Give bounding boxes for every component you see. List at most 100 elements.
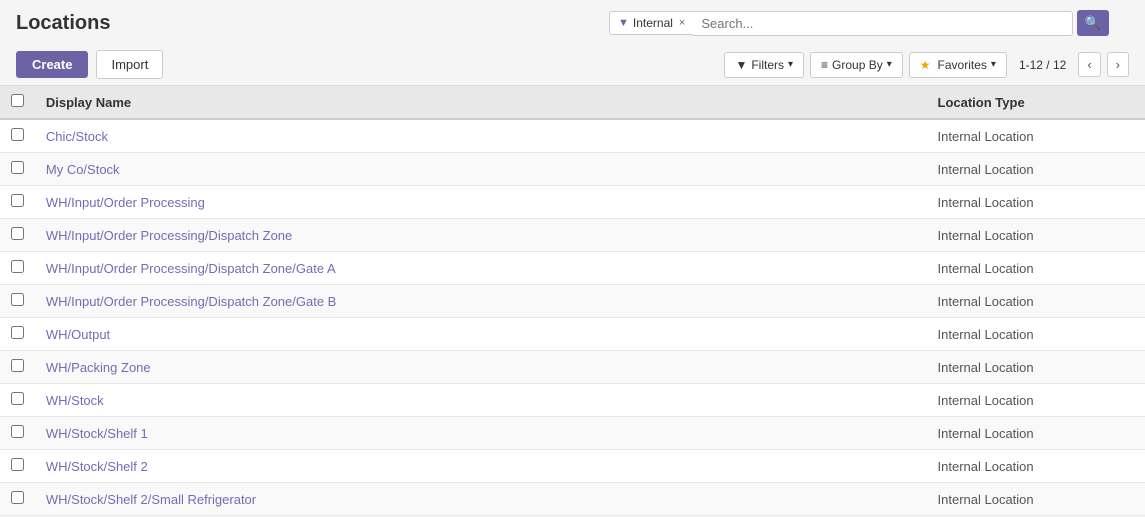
row-checkbox[interactable] [11,458,24,471]
row-location-type: Internal Location [928,417,1145,450]
filters-button[interactable]: ▼ Filters [724,52,804,78]
location-link[interactable]: WH/Input/Order Processing/Dispatch Zone/… [46,261,336,276]
pagination-info: 1-12 / 12 [1019,58,1066,72]
search-button[interactable]: 🔍 [1077,10,1109,36]
toolbar-right: ▼ Filters ≡ Group By Favorites 1-12 / 12… [724,52,1129,78]
row-checkbox-cell [0,252,36,285]
row-display-name[interactable]: WH/Input/Order Processing/Dispatch Zone [36,219,928,252]
row-checkbox-cell [0,351,36,384]
location-link[interactable]: WH/Input/Order Processing/Dispatch Zone/… [46,294,336,309]
location-link[interactable]: Chic/Stock [46,129,108,144]
row-checkbox[interactable] [11,491,24,504]
row-display-name[interactable]: WH/Stock/Shelf 1 [36,417,928,450]
groupby-icon: ≡ [821,58,828,72]
create-button[interactable]: Create [16,51,88,78]
row-checkbox-cell [0,417,36,450]
star-icon [920,58,934,72]
row-checkbox[interactable] [11,128,24,141]
table-row: WH/Stock/Shelf 1 Internal Location [0,417,1145,450]
location-link[interactable]: WH/Input/Order Processing/Dispatch Zone [46,228,292,243]
row-display-name[interactable]: WH/Output [36,318,928,351]
row-display-name[interactable]: Chic/Stock [36,119,928,153]
location-link[interactable]: WH/Stock/Shelf 2/Small Refrigerator [46,492,256,507]
row-checkbox-cell [0,219,36,252]
row-checkbox-cell [0,318,36,351]
row-display-name[interactable]: WH/Packing Zone [36,351,928,384]
location-link[interactable]: WH/Output [46,327,110,342]
table-row: WH/Output Internal Location [0,318,1145,351]
location-link[interactable]: WH/Stock/Shelf 1 [46,426,148,441]
next-page-button[interactable]: › [1107,52,1129,77]
row-location-type: Internal Location [928,285,1145,318]
row-location-type: Internal Location [928,219,1145,252]
table-row: WH/Input/Order Processing/Dispatch Zone I… [0,219,1145,252]
filter-tag-text: Internal [633,16,673,30]
location-link[interactable]: WH/Packing Zone [46,360,151,375]
row-display-name[interactable]: WH/Input/Order Processing/Dispatch Zone/… [36,285,928,318]
row-location-type: Internal Location [928,153,1145,186]
row-checkbox[interactable] [11,260,24,273]
page-header: Locations ▼ Internal × 🔍 [0,0,1145,44]
select-all-checkbox[interactable] [11,94,24,107]
search-bar: ▼ Internal × 🔍 [609,10,1109,36]
row-checkbox[interactable] [11,326,24,339]
filters-label: Filters [751,58,784,72]
row-display-name[interactable]: WH/Stock/Shelf 2/Small Refrigerator [36,483,928,516]
row-location-type: Internal Location [928,318,1145,351]
row-display-name[interactable]: My Co/Stock [36,153,928,186]
table-row: WH/Stock/Shelf 2/Small Refrigerator Inter… [0,483,1145,516]
prev-page-button[interactable]: ‹ [1078,52,1100,77]
row-checkbox-cell [0,483,36,516]
row-checkbox[interactable] [11,293,24,306]
row-checkbox[interactable] [11,425,24,438]
table-row: WH/Stock/Shelf 2Internal Location [0,450,1145,483]
location-link[interactable]: WH/Stock/Shelf 2 [46,459,148,474]
table-row: WH/Input/Order Processing Internal Locati… [0,186,1145,219]
filter-icon-small: ▼ [735,58,747,72]
row-checkbox[interactable] [11,161,24,174]
groupby-label: Group By [832,58,883,72]
row-location-type: Internal Location [928,384,1145,417]
location-link[interactable]: WH/Stock [46,393,104,408]
remove-filter-button[interactable]: × [679,17,685,29]
toolbar-left: Create Import [16,50,163,79]
table-row: WH/Stock Internal Location [0,384,1145,417]
select-all-checkbox-header[interactable] [0,86,36,119]
groupby-button[interactable]: ≡ Group By [810,52,903,78]
table-row: Chic/Stock Internal Location [0,119,1145,153]
search-input-wrap [693,11,1072,36]
row-location-type: Internal Location [928,351,1145,384]
row-display-name[interactable]: WH/Input/Order Processing [36,186,928,219]
locations-table: Display Name Location Type Chic/Stock Int… [0,86,1145,516]
row-location-type: Internal Location [928,252,1145,285]
row-location-type: Internal Location [928,119,1145,153]
row-checkbox[interactable] [11,359,24,372]
row-location-type: Internal Location [928,186,1145,219]
location-link[interactable]: My Co/Stock [46,162,120,177]
filter-icon: ▼ [618,17,629,29]
toolbar: Create Import ▼ Filters ≡ Group By Favor… [0,44,1145,86]
search-input[interactable] [701,16,1063,31]
import-button[interactable]: Import [96,50,163,79]
row-display-name[interactable]: WH/Input/Order Processing/Dispatch Zone/… [36,252,928,285]
table-row: My Co/Stock Internal Location [0,153,1145,186]
row-location-type: Internal Location [928,483,1145,516]
favorites-button[interactable]: Favorites [909,52,1007,78]
row-checkbox-cell [0,186,36,219]
filter-tag: ▼ Internal × [609,11,693,35]
table-header: Display Name Location Type [0,86,1145,119]
row-checkbox[interactable] [11,392,24,405]
favorites-label: Favorites [938,58,987,72]
row-display-name[interactable]: WH/Stock/Shelf 2 [36,450,928,483]
location-link[interactable]: WH/Input/Order Processing [46,195,205,210]
col-header-location-type: Location Type [928,86,1145,119]
row-checkbox[interactable] [11,227,24,240]
row-display-name[interactable]: WH/Stock [36,384,928,417]
table-body: Chic/Stock Internal Location My Co/Stock In… [0,119,1145,516]
row-checkbox-cell [0,119,36,153]
row-checkbox[interactable] [11,194,24,207]
row-checkbox-cell [0,384,36,417]
table-row: WH/Packing Zone Internal Location [0,351,1145,384]
table-row: WH/Input/Order Processing/Dispatch Zone/… [0,285,1145,318]
row-checkbox-cell [0,153,36,186]
